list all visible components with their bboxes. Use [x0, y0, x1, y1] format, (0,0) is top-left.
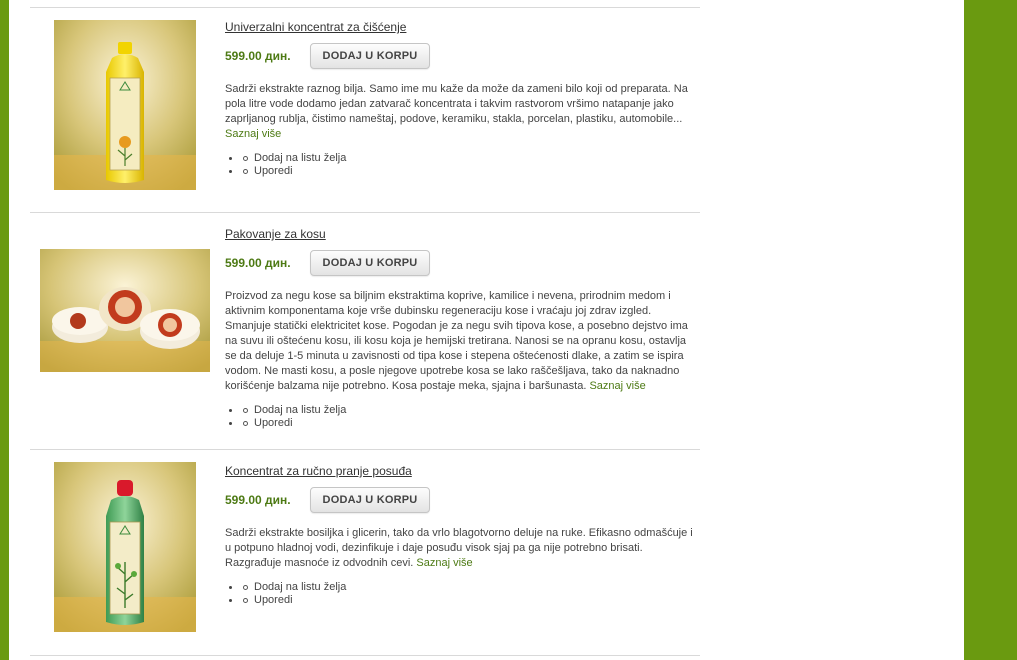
wishlist-item: Dodaj na listu želja — [225, 404, 695, 417]
product-title-link[interactable]: Univerzalni koncentrat za čišćenje — [225, 20, 695, 34]
divider — [30, 449, 700, 450]
add-to-wishlist-link[interactable]: Dodaj na listu želja — [254, 581, 346, 593]
add-to-wishlist-link[interactable]: Dodaj na listu želja — [254, 152, 346, 164]
add-to-cart-button[interactable]: DODAJ U KORPU — [310, 250, 430, 276]
compare-link[interactable]: Uporedi — [254, 165, 293, 177]
product-description: Sadrži ekstrakte bosiljka i glicerin, ta… — [225, 526, 695, 571]
add-to-wishlist-link[interactable]: Dodaj na listu želja — [254, 404, 346, 416]
compare-item: Uporedi — [225, 417, 695, 430]
description-text: Proizvod za negu kose sa biljnim ekstrak… — [225, 290, 688, 392]
right-accent-bar — [964, 0, 1017, 660]
hair-jars-image[interactable] — [40, 249, 210, 372]
right-gutter — [700, 0, 964, 660]
wishlist-item: Dodaj na listu želja — [225, 152, 695, 165]
product-actions: Dodaj na listu želja Uporedi — [225, 152, 695, 178]
product-title-link[interactable]: Pakovanje za kosu — [225, 227, 695, 241]
product-price: 599.00 дин. — [225, 49, 291, 63]
read-more-link[interactable]: Saznaj više — [589, 380, 645, 392]
yellow-bottle-image[interactable] — [54, 20, 196, 190]
add-to-cart-button[interactable]: DODAJ U KORPU — [310, 487, 430, 513]
product-description: Sadrži ekstrakte raznog bilja. Samo ime … — [225, 82, 695, 142]
product-actions: Dodaj na listu želja Uporedi — [225, 581, 695, 607]
read-more-link[interactable]: Saznaj više — [416, 557, 472, 569]
wishlist-item: Dodaj na listu želja — [225, 581, 695, 594]
compare-link[interactable]: Uporedi — [254, 594, 293, 606]
product-actions: Dodaj na listu želja Uporedi — [225, 404, 695, 430]
product-description: Proizvod za negu kose sa biljnim ekstrak… — [225, 289, 695, 394]
divider — [30, 212, 700, 213]
description-text: Sadrži ekstrakte raznog bilja. Samo ime … — [225, 83, 688, 125]
product-price: 599.00 дин. — [225, 493, 291, 507]
green-bottle-image[interactable] — [54, 462, 196, 632]
add-to-cart-button[interactable]: DODAJ U KORPU — [310, 43, 430, 69]
product-title-link[interactable]: Koncentrat za ručno pranje posuđa — [225, 464, 695, 478]
divider — [30, 655, 700, 656]
compare-item: Uporedi — [225, 165, 695, 178]
product-price: 599.00 дин. — [225, 256, 291, 270]
compare-link[interactable]: Uporedi — [254, 417, 293, 429]
left-accent-bar — [0, 0, 9, 660]
compare-item: Uporedi — [225, 594, 695, 607]
read-more-link[interactable]: Saznaj više — [225, 128, 281, 140]
divider — [30, 7, 700, 8]
